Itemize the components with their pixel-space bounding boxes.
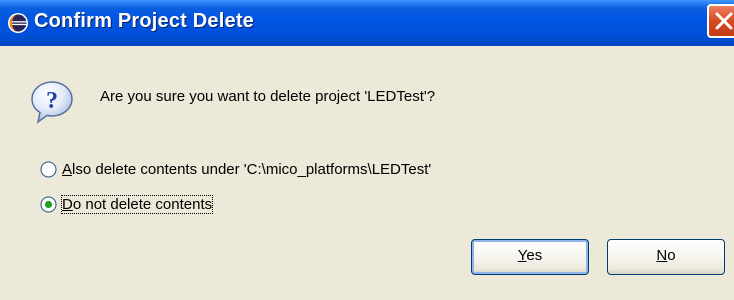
question-icon: ? <box>31 81 73 124</box>
close-icon <box>715 12 733 30</box>
yes-button-label: Yes <box>517 247 543 264</box>
radio-checked[interactable] <box>40 196 57 213</box>
svg-text:?: ? <box>46 88 58 114</box>
also-delete-contents-label: Also delete contents under 'C:\mico_plat… <box>62 161 432 178</box>
title-bar[interactable]: Confirm Project Delete <box>0 0 734 46</box>
confirm-project-delete-dialog: Confirm Project Delete ? Are you sure yo… <box>0 0 734 300</box>
yes-button[interactable]: Yes <box>471 239 589 275</box>
confirm-message: Are you sure you want to delete project … <box>100 88 436 105</box>
dialog-body: ? Are you sure you want to delete projec… <box>0 46 734 300</box>
eclipse-icon <box>8 13 28 33</box>
close-button[interactable] <box>707 4 734 38</box>
no-button[interactable]: No <box>607 239 725 275</box>
no-button-label: No <box>656 247 676 264</box>
dialog-title: Confirm Project Delete <box>34 10 255 32</box>
do-not-delete-contents-label: Do not delete contents <box>60 195 214 214</box>
radio-unchecked[interactable] <box>40 161 57 178</box>
